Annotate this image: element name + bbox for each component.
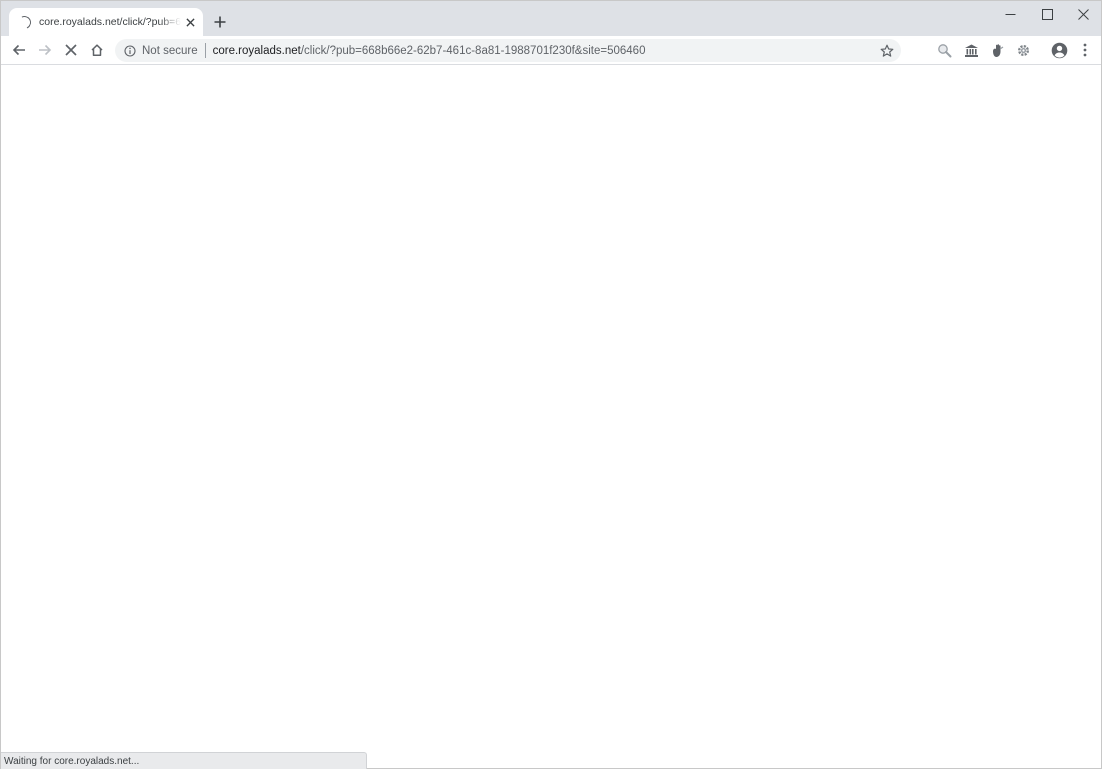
- address-bar[interactable]: Not secure core.royalads.net/click/?pub=…: [115, 39, 901, 62]
- page-content[interactable]: [1, 66, 1101, 751]
- url-host: core.royalads.net: [212, 44, 301, 57]
- tab-title: core.royalads.net/click/?pub=668b66e2-62…: [39, 16, 181, 28]
- maximize-icon: [1041, 8, 1053, 20]
- tab-strip: core.royalads.net/click/?pub=668b66e2-62…: [1, 1, 1101, 36]
- minimize-icon: [1005, 13, 1015, 15]
- toolbar: Not secure core.royalads.net/click/?pub=…: [1, 36, 1101, 65]
- url-text[interactable]: core.royalads.net/click/?pub=668b66e2-62…: [213, 45, 646, 57]
- stop-button[interactable]: [60, 39, 82, 61]
- home-button[interactable]: [86, 39, 108, 61]
- gear-icon: [1017, 44, 1029, 56]
- profile-button[interactable]: [1048, 39, 1070, 61]
- close-icon: [65, 44, 77, 56]
- security-label[interactable]: Not secure: [142, 45, 198, 57]
- extension-gear-button[interactable]: [1012, 39, 1034, 61]
- forward-button[interactable]: [34, 39, 56, 61]
- info-icon[interactable]: [124, 44, 136, 57]
- home-icon: [91, 44, 103, 56]
- tab-active[interactable]: core.royalads.net/click/?pub=668b66e2-62…: [9, 8, 203, 36]
- new-tab-button[interactable]: [210, 12, 230, 32]
- omnibox-divider: [204, 43, 206, 58]
- extension-magnifier-button[interactable]: [933, 39, 955, 61]
- close-icon: [1077, 8, 1089, 20]
- hand-icon: [992, 43, 1003, 57]
- maximize-button[interactable]: [1029, 1, 1065, 27]
- more-vert-icon: [1083, 43, 1087, 57]
- bookmark-star-icon[interactable]: [879, 43, 894, 58]
- minimize-button[interactable]: [992, 1, 1028, 27]
- close-window-button[interactable]: [1065, 1, 1101, 27]
- extension-hand-button[interactable]: [986, 39, 1008, 61]
- status-text: Waiting for core.royalads.net...: [4, 755, 140, 767]
- account-circle-icon: [1051, 42, 1067, 58]
- tab-close-icon[interactable]: [183, 15, 197, 29]
- magnifier-icon: [937, 43, 951, 57]
- extension-bank-button[interactable]: [960, 39, 982, 61]
- arrow-left-icon: [12, 44, 25, 56]
- arrow-right-icon: [39, 44, 52, 56]
- bank-icon: [964, 44, 978, 57]
- spinner-icon: [16, 13, 33, 31]
- url-path: /click/?pub=668b66e2-62b7-461c-8a81-1988…: [300, 44, 646, 57]
- browser-window: core.royalads.net/click/?pub=668b66e2-62…: [0, 0, 1102, 769]
- menu-button[interactable]: [1074, 39, 1096, 61]
- back-button[interactable]: [8, 39, 30, 61]
- status-bubble: Waiting for core.royalads.net...: [1, 752, 367, 769]
